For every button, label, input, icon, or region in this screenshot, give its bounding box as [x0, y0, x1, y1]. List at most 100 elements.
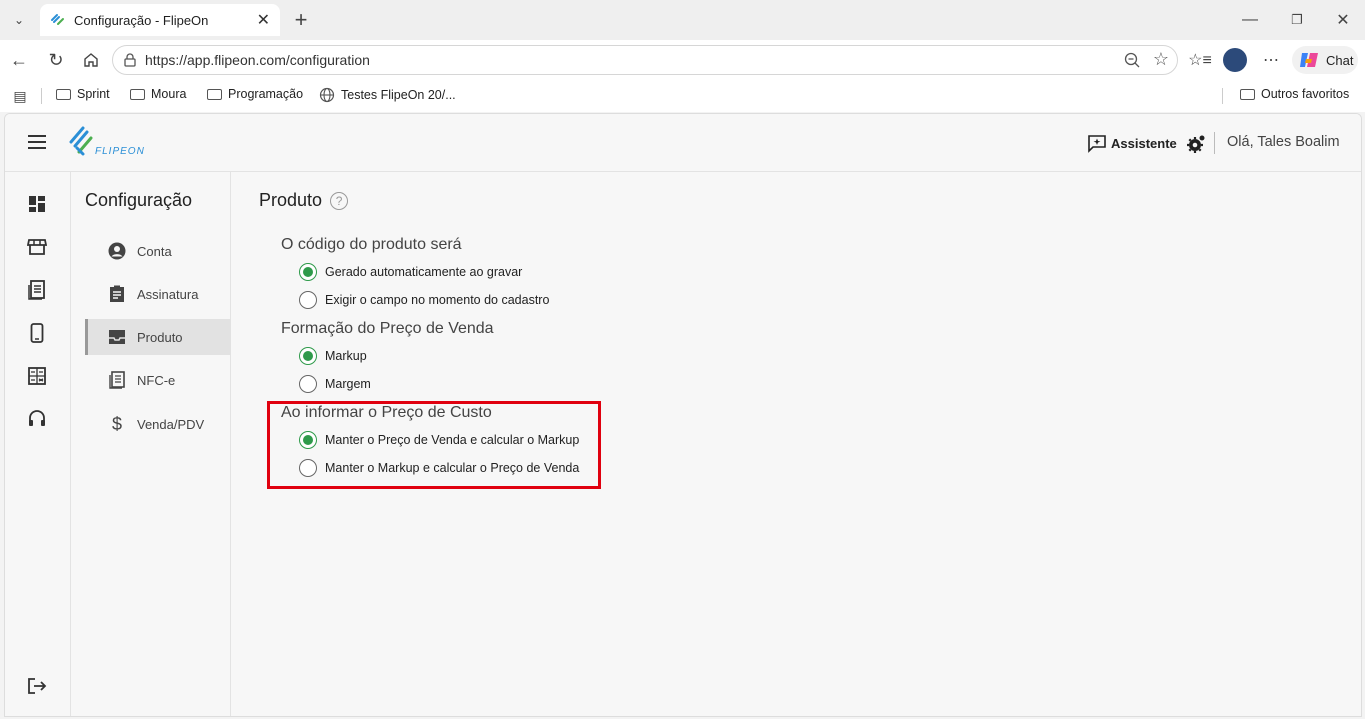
- page-title: Produto: [259, 190, 323, 210]
- group-title-preco-custo: Ao informar o Preço de Custo: [281, 404, 492, 421]
- bookmarks-bar: ▤ Sprint Moura Programação Testes FlipeO…: [0, 80, 1365, 112]
- help-icon[interactable]: ?: [330, 191, 349, 210]
- bookmark-other-favorites[interactable]: Outros favoritos: [1240, 87, 1349, 101]
- mobile-icon[interactable]: [27, 323, 47, 343]
- logo-text: FLIPEON: [95, 146, 145, 157]
- minimize-icon[interactable]: —: [1240, 8, 1260, 32]
- bookmark-divider: [1222, 88, 1223, 104]
- radio-checked-icon[interactable]: [299, 263, 317, 281]
- bookmark-label: Testes FlipeOn 20/...: [341, 88, 456, 102]
- bookmark-label: Sprint: [77, 87, 110, 101]
- group-title-formacao-preco: Formação do Preço de Venda: [281, 320, 494, 337]
- nav-item-produto[interactable]: Produto: [85, 319, 231, 355]
- back-arrow-icon[interactable]: ←: [8, 49, 30, 71]
- copilot-chat-button[interactable]: Chat: [1292, 46, 1358, 74]
- header-divider: [1214, 132, 1215, 154]
- radio-checked-icon[interactable]: [299, 347, 317, 365]
- bookmark-divider: [41, 88, 42, 104]
- collections-icon[interactable]: ▤: [10, 86, 30, 106]
- receipt-icon[interactable]: [27, 280, 47, 300]
- dashboard-icon[interactable]: [27, 194, 47, 214]
- radio-option[interactable]: Gerado automaticamente ao gravar: [299, 263, 522, 281]
- radio-unchecked-icon[interactable]: [299, 459, 317, 477]
- browser-toolbar: ← ↻ https://app.flipeon.com/configuratio…: [0, 40, 1365, 80]
- radio-option[interactable]: Manter o Markup e calcular o Preço de Ve…: [299, 459, 579, 477]
- nav-item-label: NFC-e: [137, 372, 176, 388]
- flipeon-favicon-icon: [51, 14, 64, 25]
- nav-item-conta[interactable]: Conta: [85, 233, 231, 269]
- config-subnav: Configuração Conta Assinatura Produto NF…: [71, 172, 231, 716]
- nav-item-label: Assinatura: [137, 286, 199, 302]
- tab-close-icon[interactable]: ✕: [257, 10, 270, 30]
- radio-option[interactable]: Exigir o campo no momento do cadastro: [299, 291, 549, 309]
- browser-tab[interactable]: Configuração - FlipeOn ✕: [40, 4, 280, 36]
- clipboard-icon: [107, 285, 127, 303]
- app-header: FLIPEON Assistente Olá, Tales Boalim: [5, 114, 1361, 172]
- bookmark-testes-flipeon[interactable]: Testes FlipeOn 20/...: [319, 87, 456, 103]
- headset-icon[interactable]: [27, 409, 47, 429]
- account-icon: [107, 242, 127, 260]
- radio-option[interactable]: Manter o Preço de Venda e calcular o Mar…: [299, 431, 579, 449]
- bookmark-label: Programação: [228, 87, 304, 101]
- folder-icon: [1240, 88, 1255, 100]
- more-menu-icon[interactable]: ⋯: [1260, 49, 1282, 71]
- address-bar[interactable]: https://app.flipeon.com/configuration ☆: [112, 45, 1178, 75]
- home-icon[interactable]: [80, 49, 102, 71]
- radio-checked-icon[interactable]: [299, 431, 317, 449]
- nav-item-nfce[interactable]: NFC-e: [85, 362, 231, 398]
- tab-title: Configuração - FlipeOn: [74, 12, 209, 28]
- folder-icon: [130, 88, 145, 100]
- assistant-label: Assistente: [1111, 135, 1177, 151]
- radio-label: Margem: [325, 377, 371, 391]
- bookmark-label: Outros favoritos: [1261, 87, 1350, 101]
- store-icon[interactable]: [27, 237, 47, 257]
- globe-icon: [319, 87, 335, 103]
- group-title-codigo: O código do produto será: [281, 236, 462, 253]
- zoom-icon[interactable]: [1123, 51, 1141, 72]
- radio-unchecked-icon[interactable]: [299, 291, 317, 309]
- tab-list-chevron-icon[interactable]: ⌄: [8, 10, 30, 30]
- calculator-icon[interactable]: [27, 366, 47, 386]
- bookmark-moura[interactable]: Moura: [130, 87, 186, 101]
- nav-item-label: Venda/PDV: [137, 416, 205, 432]
- copilot-icon: [1300, 53, 1318, 67]
- bookmark-programacao[interactable]: Programação: [207, 87, 303, 101]
- radio-label: Exigir o campo no momento do cadastro: [325, 293, 550, 307]
- folder-icon: [56, 88, 71, 100]
- bookmark-sprint[interactable]: Sprint: [56, 87, 110, 101]
- hamburger-menu-icon[interactable]: [27, 134, 47, 150]
- lock-icon[interactable]: [123, 52, 137, 71]
- user-greeting[interactable]: Olá, Tales Boalim: [1227, 134, 1340, 150]
- nav-item-label: Produto: [137, 329, 183, 345]
- restore-icon[interactable]: ❐: [1287, 8, 1307, 32]
- nav-item-label: Conta: [137, 243, 172, 259]
- bookmark-label: Moura: [151, 87, 187, 101]
- radio-option[interactable]: Markup: [299, 347, 367, 365]
- inbox-icon: [107, 329, 127, 345]
- radio-label: Manter o Markup e calcular o Preço de Ve…: [325, 461, 580, 475]
- url-text: https://app.flipeon.com/configuration: [145, 52, 370, 68]
- nav-item-assinatura[interactable]: Assinatura: [85, 276, 231, 312]
- folder-icon: [207, 88, 222, 100]
- receipt-icon: [107, 371, 127, 389]
- radio-label: Markup: [325, 349, 367, 363]
- nav-item-venda-pdv[interactable]: $ Venda/PDV: [85, 406, 231, 442]
- flipeon-logo[interactable]: FLIPEON: [67, 122, 159, 162]
- radio-option[interactable]: Margem: [299, 375, 371, 393]
- profile-avatar[interactable]: [1223, 48, 1247, 72]
- main-icon-rail: [5, 172, 71, 716]
- favorites-list-icon[interactable]: ☆≡: [1188, 49, 1212, 71]
- assistant-chat-icon: [1088, 135, 1106, 153]
- logout-icon[interactable]: [27, 676, 47, 696]
- new-tab-plus-icon[interactable]: +: [290, 7, 312, 32]
- window-close-icon[interactable]: ✕: [1333, 8, 1353, 32]
- reload-icon[interactable]: ↻: [45, 49, 67, 71]
- config-title: Configuração: [85, 190, 193, 210]
- radio-label: Manter o Preço de Venda e calcular o Mar…: [325, 433, 580, 447]
- chat-label: Chat: [1326, 52, 1354, 68]
- main-content: Produto ? O código do produto será Gerad…: [231, 172, 1361, 716]
- settings-gear-icon[interactable]: [1185, 133, 1207, 155]
- assistant-button[interactable]: Assistente: [1087, 133, 1177, 153]
- favorite-star-icon[interactable]: ☆: [1153, 49, 1169, 70]
- radio-unchecked-icon[interactable]: [299, 375, 317, 393]
